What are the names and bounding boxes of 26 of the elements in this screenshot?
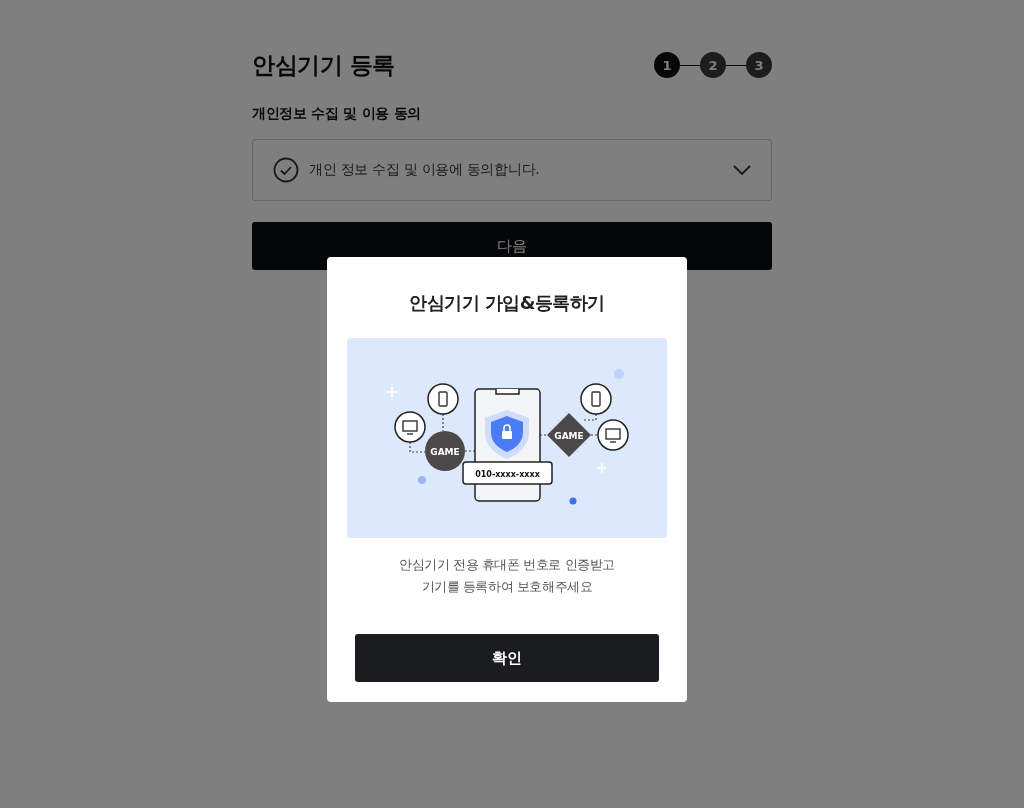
dot-icon bbox=[614, 369, 624, 379]
step-indicator: 1 bbox=[654, 52, 680, 78]
agreement-dropdown[interactable]: 개인 정보 수집 및 이용에 동의합니다. bbox=[252, 139, 772, 201]
phone-circle-icon bbox=[427, 383, 459, 415]
description-text: 기기를 등록하여 보호해주세요 bbox=[420, 578, 594, 596]
monitor-circle-icon bbox=[394, 411, 426, 443]
step-indicator: 3 bbox=[746, 52, 772, 78]
confirm-button[interactable]: 확인 bbox=[355, 634, 659, 682]
phone-number-text: 010-xxxx-xxxx bbox=[475, 469, 540, 479]
phone-circle-icon bbox=[580, 383, 612, 415]
game-label: GAME bbox=[554, 430, 584, 441]
dot-icon bbox=[569, 497, 577, 505]
description-text: 안심기기 전용 휴대폰 번호로 인증받고 bbox=[399, 556, 615, 574]
plus-icon bbox=[596, 462, 608, 474]
step-indicator: 2 bbox=[700, 52, 726, 78]
plus-icon bbox=[386, 386, 398, 398]
section-label: 개인정보 수집 및 이용 동의 bbox=[252, 105, 422, 123]
game-diamond-badge bbox=[547, 413, 591, 457]
shield-lock-icon bbox=[485, 410, 529, 459]
agreement-text: 개인 정보 수집 및 이용에 동의합니다. bbox=[309, 161, 541, 179]
page-title: 안심기기 등록 bbox=[252, 50, 395, 80]
game-label: GAME bbox=[430, 446, 460, 457]
dialog-title: 안심기기 가입&등록하기 bbox=[409, 291, 605, 315]
game-circle-badge bbox=[425, 431, 465, 471]
dot-icon bbox=[418, 476, 426, 484]
monitor-circle-icon bbox=[597, 419, 629, 451]
